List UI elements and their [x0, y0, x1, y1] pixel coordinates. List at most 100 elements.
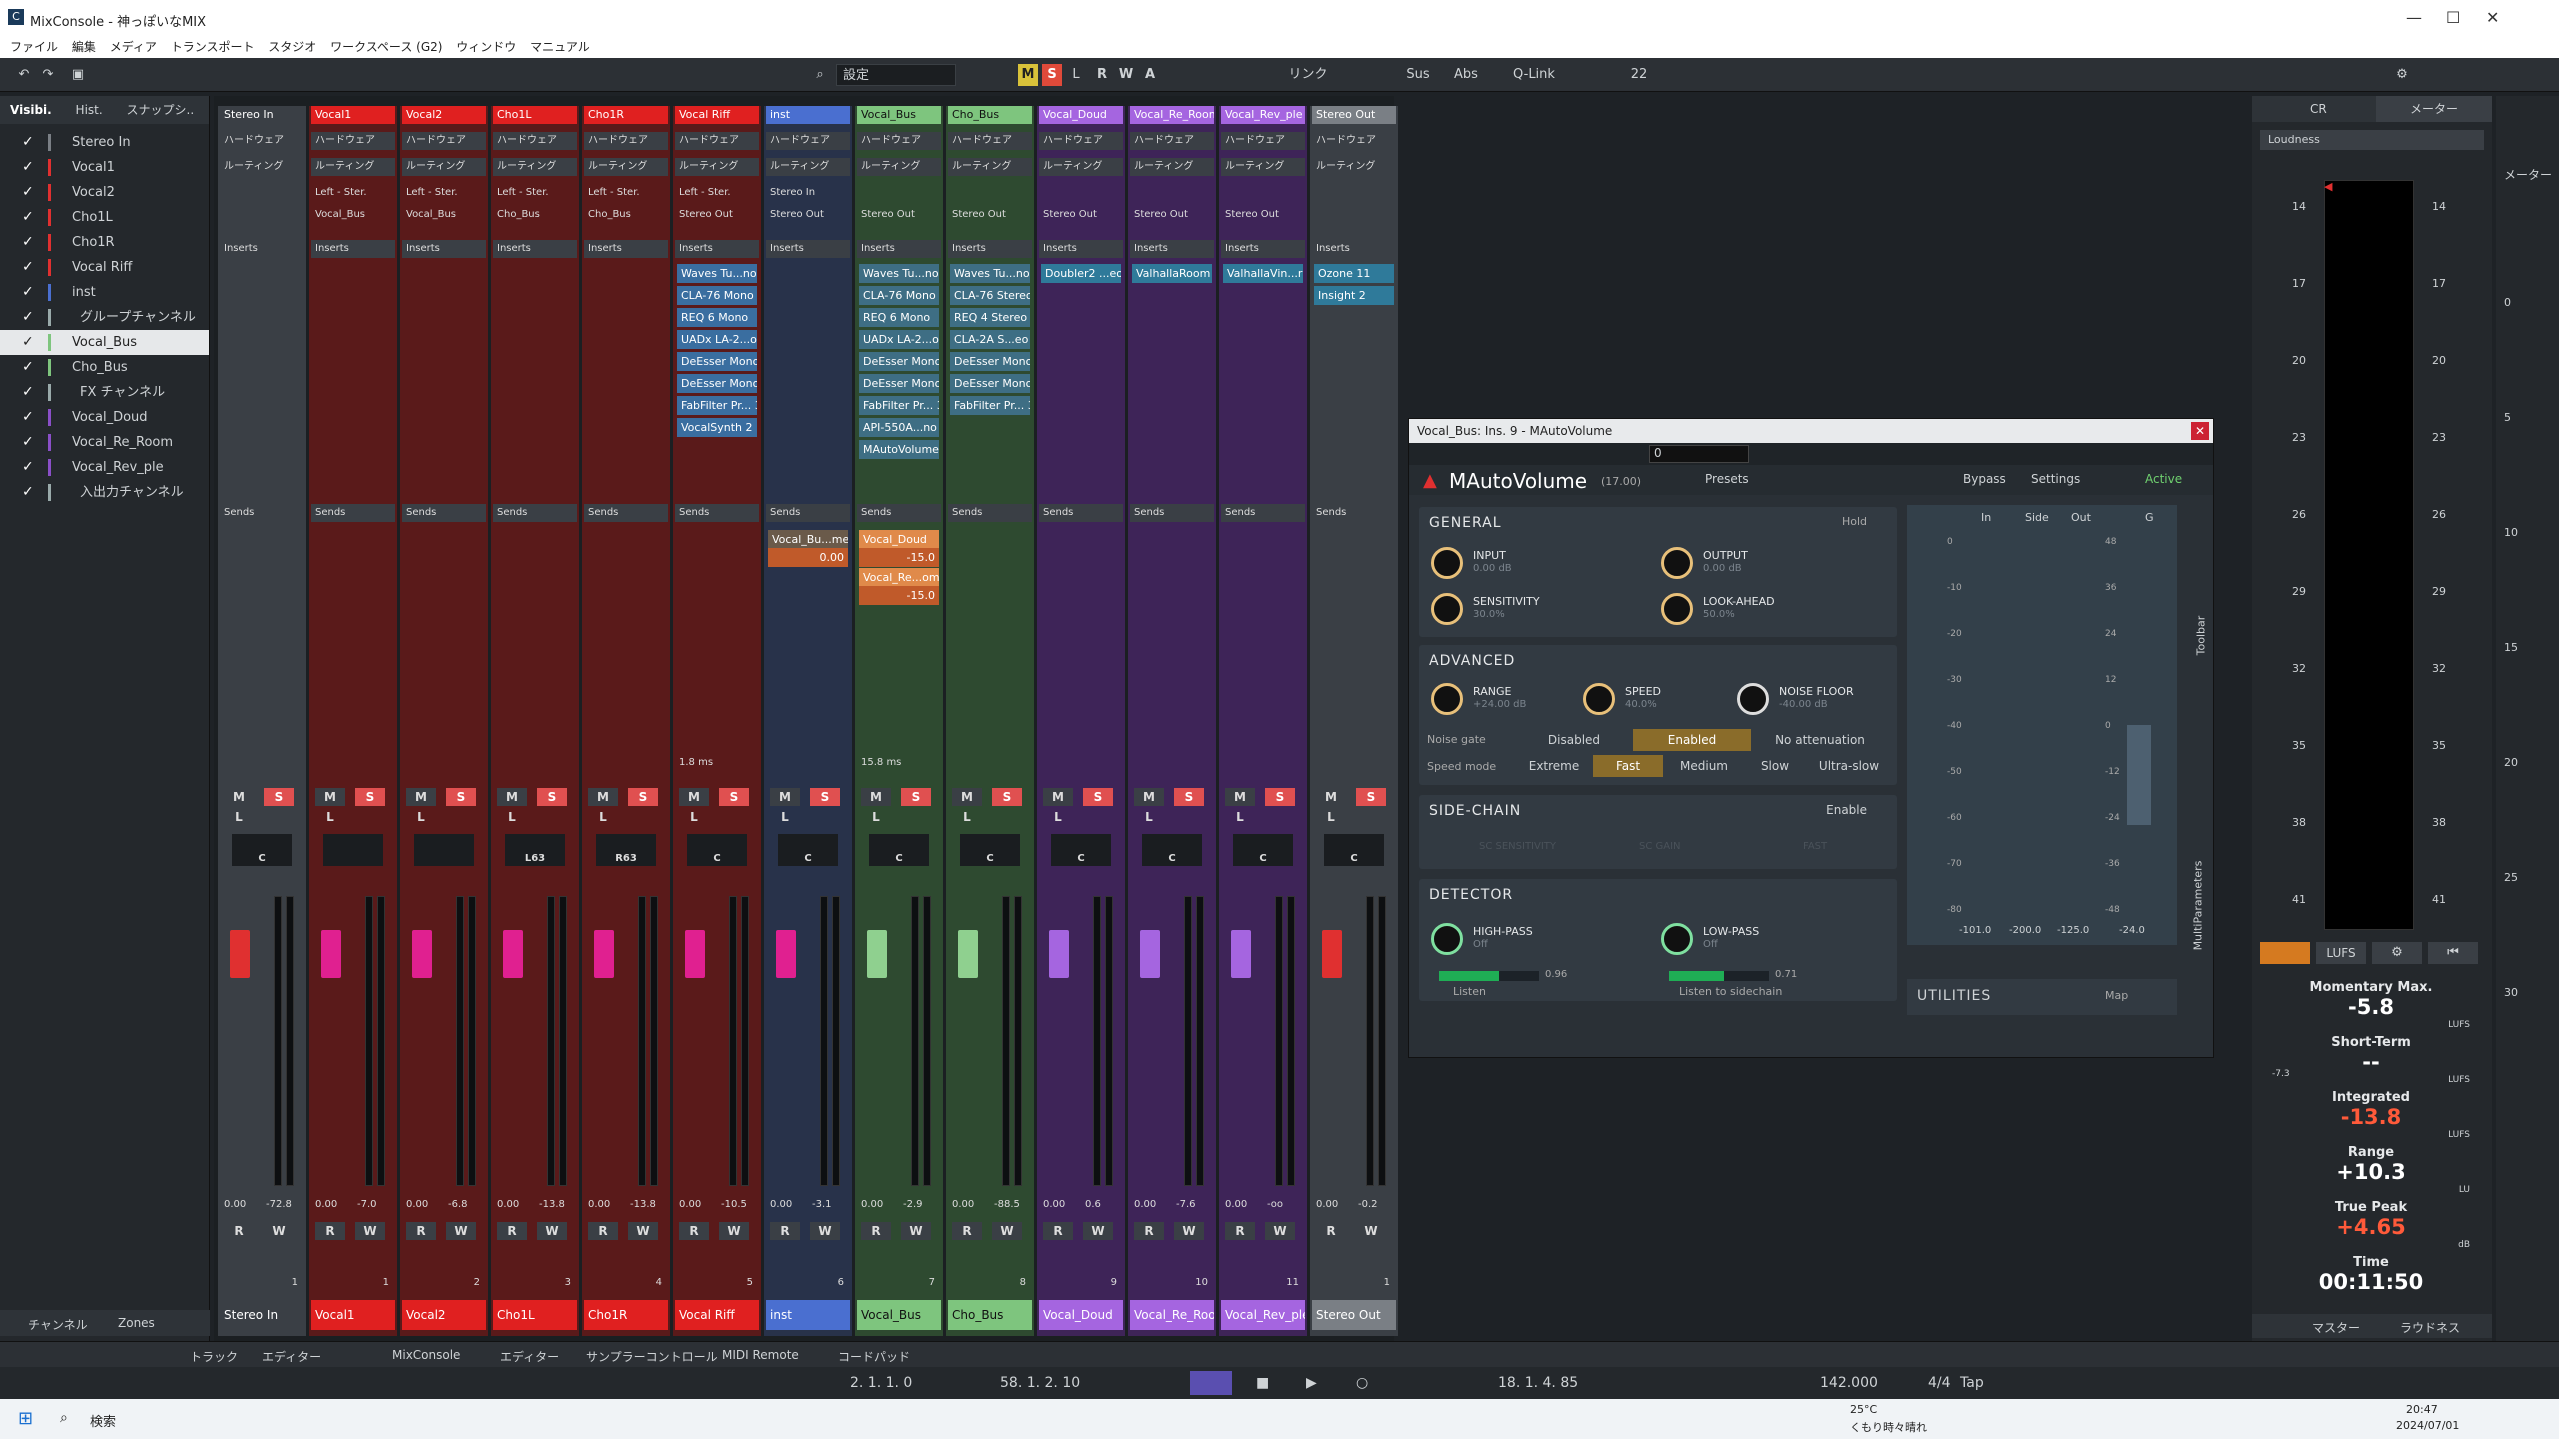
- noise-gate-no-attenuation[interactable]: No attenuation: [1755, 729, 1885, 751]
- visibility-item[interactable]: ✓ Vocal1: [0, 155, 209, 180]
- tempo-display[interactable]: 142.000: [1820, 1375, 1878, 1391]
- channel-name-footer[interactable]: Vocal_Rev_ple: [1221, 1300, 1305, 1330]
- insert-slot[interactable]: CLA-2A S...eo: [950, 330, 1030, 349]
- channel-name-header[interactable]: Vocal_Bus: [857, 106, 941, 124]
- speed-mode-fast[interactable]: Fast: [1593, 755, 1663, 777]
- peak-value[interactable]: -0.2: [1354, 1196, 1394, 1214]
- inserts-header[interactable]: Inserts: [1221, 240, 1305, 258]
- volume-value[interactable]: 0.00: [311, 1196, 351, 1214]
- listen-button[interactable]: L: [224, 808, 254, 826]
- inserts-header[interactable]: Inserts: [1130, 240, 1214, 258]
- camera-icon[interactable]: ▣: [66, 64, 90, 86]
- channel-name-header[interactable]: inst: [766, 106, 850, 124]
- insert-slot[interactable]: API-550A...no: [859, 418, 939, 437]
- volume-fader[interactable]: [321, 930, 341, 978]
- solo-button[interactable]: S: [355, 788, 385, 806]
- menu-workspace[interactable]: ワークスペース (G2): [330, 36, 442, 58]
- input-routing[interactable]: Left - Ster.: [584, 184, 668, 202]
- presets-button[interactable]: Presets: [1705, 472, 1749, 486]
- range-knob[interactable]: [1431, 683, 1463, 715]
- output-routing[interactable]: Stereo Out: [857, 206, 941, 224]
- pan-control[interactable]: C: [960, 834, 1020, 866]
- channel-name-header[interactable]: Cho1R: [584, 106, 668, 124]
- channel-name-footer[interactable]: Cho1R: [584, 1300, 668, 1330]
- play-icon[interactable]: ▶: [1306, 1375, 1317, 1391]
- solo-button[interactable]: S: [628, 788, 658, 806]
- output-routing[interactable]: Stereo Out: [675, 206, 759, 224]
- read-button[interactable]: R: [1043, 1222, 1073, 1240]
- volume-fader[interactable]: [867, 930, 887, 978]
- inserts-header[interactable]: Inserts: [1312, 240, 1396, 258]
- menu-studio[interactable]: スタジオ: [268, 36, 316, 58]
- preset-select[interactable]: 設定: [836, 64, 956, 86]
- loudness-reset-icon[interactable]: ⏮: [2428, 942, 2478, 964]
- volume-fader[interactable]: [594, 930, 614, 978]
- check-icon[interactable]: ✓: [22, 205, 34, 230]
- tab-channels[interactable]: チャンネル: [28, 1316, 88, 1333]
- visibility-item[interactable]: ✓ グループチャンネル: [0, 305, 209, 330]
- hardware-selector[interactable]: ハードウェア: [1039, 132, 1123, 150]
- volume-fader[interactable]: [958, 930, 978, 978]
- insert-slot[interactable]: Insight 2: [1314, 286, 1394, 305]
- channel-name-footer[interactable]: Cho_Bus: [948, 1300, 1032, 1330]
- listen-button[interactable]: L: [1134, 808, 1164, 826]
- send-level[interactable]: 0.00: [768, 548, 848, 567]
- solo-button[interactable]: S: [992, 788, 1022, 806]
- peak-value[interactable]: -13.8: [535, 1196, 575, 1214]
- volume-fader[interactable]: [1322, 930, 1342, 978]
- gear-icon[interactable]: ⚙: [2392, 64, 2412, 86]
- insert-slot[interactable]: FabFilter Pr... 3: [950, 396, 1030, 415]
- solo-global[interactable]: S: [1042, 64, 1062, 86]
- pan-control[interactable]: C: [1051, 834, 1111, 866]
- listen-button[interactable]: L: [1043, 808, 1073, 826]
- mute-button[interactable]: M: [861, 788, 891, 806]
- mute-button[interactable]: M: [315, 788, 345, 806]
- mute-button[interactable]: M: [679, 788, 709, 806]
- routing-selector[interactable]: ルーティング: [857, 158, 941, 176]
- sends-header[interactable]: Sends: [493, 504, 577, 522]
- channel-name-footer[interactable]: inst: [766, 1300, 850, 1330]
- visibility-item[interactable]: ✓ Vocal_Re_Room: [0, 430, 209, 455]
- highpass-knob[interactable]: [1431, 923, 1463, 955]
- hardware-selector[interactable]: ハードウェア: [493, 132, 577, 150]
- settings-button[interactable]: Settings: [2031, 472, 2080, 486]
- write-button[interactable]: W: [1083, 1222, 1113, 1240]
- output-routing[interactable]: Cho_Bus: [493, 206, 577, 224]
- tab-visibility[interactable]: Visibi.: [0, 96, 62, 124]
- check-icon[interactable]: ✓: [22, 280, 34, 305]
- channel-name-header[interactable]: Cho1L: [493, 106, 577, 124]
- solo-button[interactable]: S: [810, 788, 840, 806]
- read-button[interactable]: R: [770, 1222, 800, 1240]
- sends-header[interactable]: Sends: [311, 504, 395, 522]
- menu-file[interactable]: ファイル: [10, 36, 58, 58]
- inserts-header[interactable]: Inserts: [584, 240, 668, 258]
- pan-control[interactable]: [323, 834, 383, 866]
- volume-value[interactable]: 0.00: [766, 1196, 806, 1214]
- signature-display[interactable]: 4/4: [1928, 1375, 1951, 1391]
- sends-header[interactable]: Sends: [675, 504, 759, 522]
- routing-selector[interactable]: ルーティング: [220, 158, 304, 176]
- volume-value[interactable]: 0.00: [857, 1196, 897, 1214]
- channel-count[interactable]: 22: [1624, 64, 1654, 86]
- visibility-item[interactable]: ✓ FX チャンネル: [0, 380, 209, 405]
- hardware-selector[interactable]: ハードウェア: [311, 132, 395, 150]
- channel-name-footer[interactable]: Vocal1: [311, 1300, 395, 1330]
- routing-selector[interactable]: ルーティング: [493, 158, 577, 176]
- output-routing[interactable]: Vocal_Bus: [311, 206, 395, 224]
- write-button[interactable]: W: [719, 1222, 749, 1240]
- speed-knob[interactable]: [1583, 683, 1615, 715]
- send-level[interactable]: -15.0: [859, 586, 939, 605]
- channel-name-header[interactable]: Vocal_Re_Room: [1130, 106, 1214, 124]
- speed-mode-ultra-slow[interactable]: Ultra-slow: [1809, 755, 1889, 777]
- read-button[interactable]: R: [679, 1222, 709, 1240]
- undo-icon[interactable]: ↶: [14, 64, 34, 86]
- volume-value[interactable]: 0.00: [948, 1196, 988, 1214]
- noise-gate-disabled[interactable]: Disabled: [1519, 729, 1629, 751]
- visibility-item[interactable]: ✓ Vocal_Rev_ple: [0, 455, 209, 480]
- hardware-selector[interactable]: ハードウェア: [584, 132, 668, 150]
- sidechain-enable[interactable]: Enable: [1826, 803, 1867, 817]
- volume-value[interactable]: 0.00: [1221, 1196, 1261, 1214]
- lower-zone-tab[interactable]: MIDI Remote: [722, 1348, 799, 1362]
- pan-control[interactable]: C: [1324, 834, 1384, 866]
- menu-window[interactable]: ウィンドウ: [456, 36, 516, 58]
